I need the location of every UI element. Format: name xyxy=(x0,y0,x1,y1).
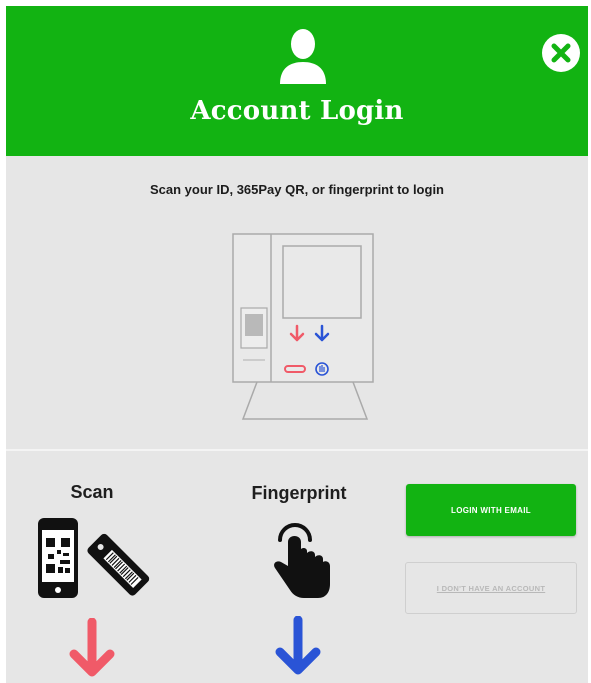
user-silhouette-icon xyxy=(280,29,326,84)
finger-touch-icon xyxy=(274,523,330,598)
page-title: Account Login xyxy=(190,96,404,126)
header-bar: Account Login xyxy=(6,6,588,156)
close-button[interactable] xyxy=(542,34,580,72)
arrow-down-red-icon xyxy=(69,618,115,677)
close-x-icon xyxy=(551,43,571,63)
arrow-down-blue-icon xyxy=(275,616,321,675)
no-account-button[interactable]: I DON'T HAVE AN ACCOUNT xyxy=(405,562,577,614)
login-with-email-button[interactable]: LOGIN WITH EMAIL xyxy=(406,484,576,536)
fingerprint-label: Fingerprint xyxy=(251,483,347,503)
id-card-barcode-icon xyxy=(87,533,150,596)
scan-label: Scan xyxy=(70,482,114,502)
section-divider xyxy=(6,449,588,451)
login-screen: Account Login Scan your ID, 365Pay QR, o… xyxy=(6,6,588,683)
instruction-text: Scan your ID, 365Pay QR, or fingerprint … xyxy=(150,182,444,197)
phone-qr-icon xyxy=(38,518,78,598)
kiosk-diagram xyxy=(232,233,374,420)
